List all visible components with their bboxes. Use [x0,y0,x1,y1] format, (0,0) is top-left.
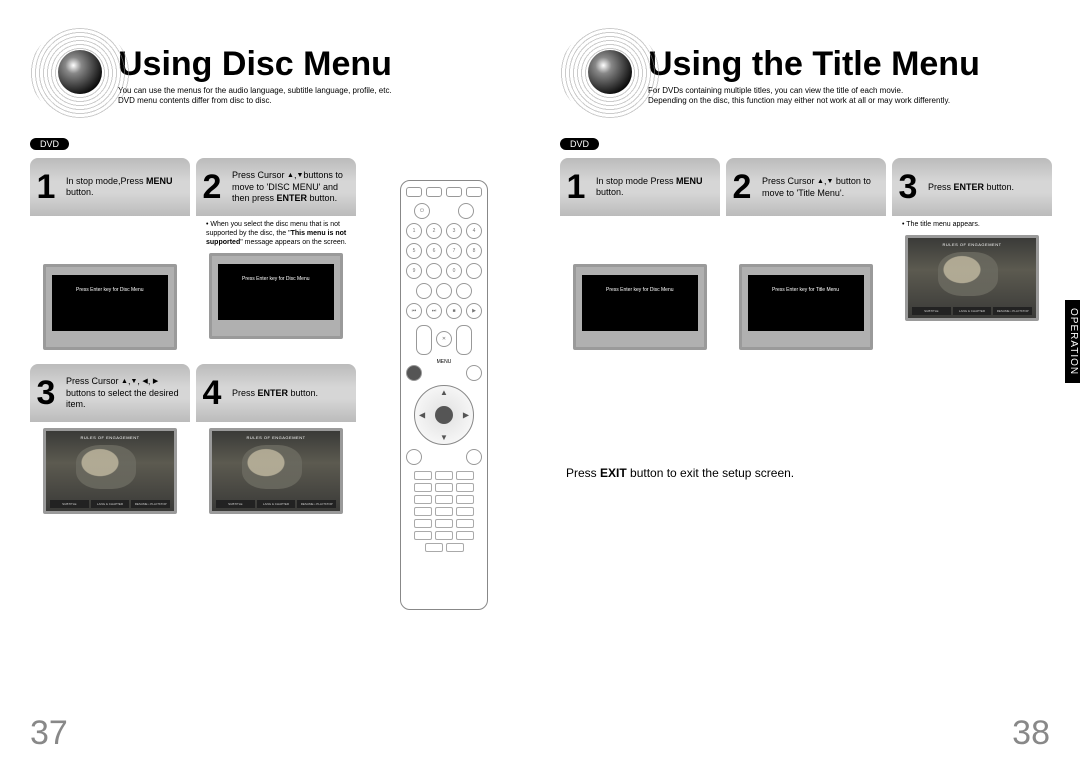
step-text: Press Cursor ▲,▼buttons to move to 'DISC… [232,170,348,204]
enter-button: ENTER [437,413,451,418]
menu-button [406,365,422,381]
play-icon: ▶ [466,303,482,319]
intro-text: For DVDs containing multiple titles, you… [648,86,1060,106]
down-icon: ▼ [440,433,448,442]
step-1: 1 In stop mode,Press MENU button. MAIN M… [30,158,190,356]
step-number: 2 [728,170,756,204]
speaker-graphic [560,28,660,118]
step-3: 3 Press Cursor ▲,▼, ◀, ▶buttons to selec… [30,364,190,520]
step-text: Press Cursor ▲,▼, ◀, ▶buttons to select … [66,376,182,410]
right-icon: ▶ [463,411,469,420]
page-title: Using Disc Menu [118,45,520,84]
page-number: 37 [30,714,68,753]
step-1: 1 In stop mode Press MENU button. DISC M… [560,158,720,356]
page-right: Using the Title Menu For DVDs containing… [540,0,1080,763]
step-number: 2 [198,170,226,204]
step-text: Press Cursor ▲,▼ button to move to 'Titl… [762,176,878,199]
step-note: When you select the disc menu that is no… [206,220,352,247]
dvd-badge: DVD [560,138,599,150]
step-note: The title menu appears. [902,220,1048,229]
speaker-graphic [30,28,130,118]
power-icon: ⏻ [414,203,430,219]
step-text: Press ENTER button. [928,182,1044,193]
screenshot-discmenu: DISC MENU Press Enter key for Disc Menu [573,264,707,350]
step-text: In stop mode,Press MENU button. [66,176,182,198]
screenshot-movie: RULES OF ENGAGEMENT SUBTITLELANG & CHAPT… [209,428,343,514]
next-icon: ⏭ [426,303,442,319]
step-text: In stop mode Press MENU button. [596,176,712,198]
exit-button [466,449,482,465]
remote-control-illustration: ⏻ 123 456 789 0 ⏮⏭ ■▶ ✕ MENU [400,180,488,610]
left-icon: ◀ [419,411,425,420]
up-icon: ▲ [440,388,448,397]
prev-icon: ⏮ [406,303,422,319]
step-2: 2 Press Cursor ▲,▼buttons to move to 'DI… [196,158,356,356]
cursor-pad: ▲ ▼ ◀ ▶ ENTER [414,385,474,445]
screenshot-movie: RULES OF ENGAGEMENT SUBTITLELANG & CHAPT… [43,428,177,514]
step-text: Press ENTER button. [232,388,348,399]
step-2: 2 Press Cursor ▲,▼ button to move to 'Ti… [726,158,886,356]
step-4: 4 Press ENTER button. RULES OF ENGAGEMEN… [196,364,356,520]
screenshot-movie: RULES OF ENGAGEMENT SUBTITLELANG & CHAPT… [905,235,1039,321]
step-number: 1 [32,170,60,204]
intro-text: You can use the menus for the audio lang… [118,86,520,106]
page-number: 38 [1012,714,1050,753]
step-number: 4 [198,376,226,410]
page-title: Using the Title Menu [648,45,1060,84]
page-left: Using Disc Menu You can use the menus fo… [0,0,540,763]
screenshot-mainmenu: MAIN MENU Press Enter key for Disc Menu [43,264,177,350]
dvd-badge: DVD [30,138,69,150]
screenshot-discmenu: DISC MENU Press Enter key for Disc Menu [209,253,343,339]
screenshot-titlemenu: TITLE MENU Press Enter key for Title Men… [739,264,873,350]
step-number: 3 [32,376,60,410]
step-3: 3 Press ENTER button. The title menu app… [892,158,1052,356]
step-number: 3 [894,170,922,204]
section-tab: OPERATION [1065,300,1080,383]
stop-icon: ■ [446,303,462,319]
step-number: 1 [562,170,590,204]
exit-note: Press EXIT button to exit the setup scre… [566,466,1060,480]
